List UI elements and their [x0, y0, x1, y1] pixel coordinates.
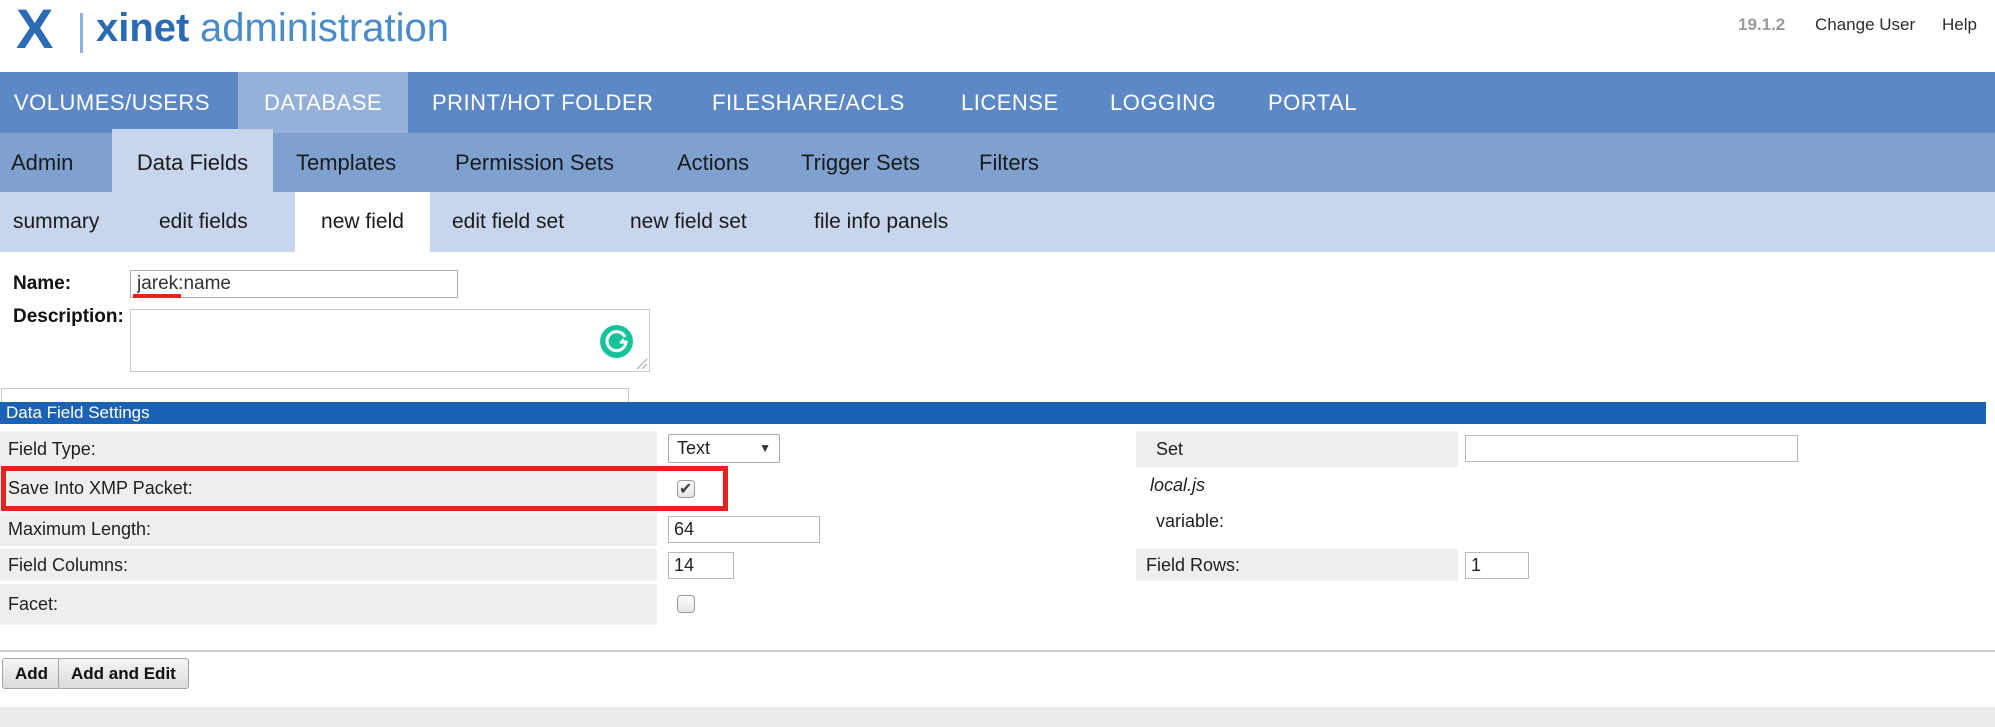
nav-actions[interactable]: Actions: [677, 133, 749, 192]
field-type-cell: Field Type:: [0, 431, 657, 467]
nav-edit-field-set[interactable]: edit field set: [452, 192, 564, 252]
nav-volumes-users[interactable]: VOLUMES/USERS: [14, 72, 210, 133]
textarea-resize-handle-icon[interactable]: [634, 357, 648, 370]
nav-new-field[interactable]: new field: [295, 192, 430, 252]
primary-nav: VOLUMES/USERS DATABASE PRINT/HOT FOLDER …: [0, 72, 1995, 133]
nav-filters[interactable]: Filters: [979, 133, 1039, 192]
field-columns-label: Field Columns:: [8, 549, 657, 581]
field-type-value: Text: [677, 435, 710, 462]
local-js-cell: Setlocal.jsvariable:: [1136, 431, 1458, 467]
nav-database[interactable]: DATABASE: [238, 72, 408, 133]
field-rows-cell: Field Rows:: [1136, 549, 1458, 581]
name-label: Name:: [13, 273, 71, 295]
nav-admin[interactable]: Admin: [11, 133, 73, 192]
nav-license[interactable]: LICENSE: [961, 72, 1059, 133]
nav-trigger-sets[interactable]: Trigger Sets: [801, 133, 920, 192]
nav-data-fields[interactable]: Data Fields: [112, 133, 273, 192]
brand-suffix: administration: [200, 6, 449, 51]
description-label: Description:: [13, 306, 124, 328]
brand-name: xinet: [96, 6, 189, 51]
nav-summary[interactable]: summary: [13, 192, 99, 252]
spellcheck-underline: [133, 294, 181, 298]
xinet-logo-x-icon: X: [16, 0, 53, 61]
max-length-cell: Maximum Length:: [0, 513, 657, 546]
add-and-edit-button[interactable]: Add and Edit: [58, 658, 189, 689]
local-js-input[interactable]: [1465, 435, 1798, 462]
section-header: Data Field Settings: [0, 402, 1986, 424]
field-columns-cell: Field Columns:: [0, 549, 657, 581]
field-type-label: Field Type:: [8, 431, 657, 467]
grammarly-icon[interactable]: [600, 325, 633, 358]
nav-fileshare-acls[interactable]: FILESHARE/ACLS: [712, 72, 905, 133]
section-title: Data Field Settings: [6, 402, 1986, 424]
save-xmp-cell: Save Into XMP Packet:: [0, 471, 657, 506]
max-length-label: Maximum Length:: [8, 513, 657, 546]
nav-permission-sets[interactable]: Permission Sets: [455, 133, 614, 192]
field-columns-input[interactable]: [668, 552, 734, 579]
facet-cell: Facet:: [0, 584, 657, 625]
version-label: 19.1.2: [1738, 15, 1785, 35]
nav-print-hot-folder[interactable]: PRINT/HOT FOLDER: [432, 72, 654, 133]
add-button[interactable]: Add: [2, 658, 61, 689]
local-js-label: Setlocal.jsvariable:: [1146, 431, 1458, 539]
nav-edit-fields[interactable]: edit fields: [159, 192, 248, 252]
help-link[interactable]: Help: [1942, 15, 1977, 35]
save-xmp-label: Save Into XMP Packet:: [8, 471, 657, 506]
dropdown-arrow-icon: ▼: [759, 435, 771, 462]
field-rows-label: Field Rows:: [1146, 549, 1458, 581]
footer-divider: [0, 650, 1995, 652]
max-length-input[interactable]: [668, 516, 820, 543]
nav-logging[interactable]: LOGGING: [1110, 72, 1216, 133]
facet-label: Facet:: [8, 584, 657, 625]
xinet-admin-page: X xinet administration 19.1.2 Change Use…: [0, 0, 1995, 727]
field-type-select[interactable]: Text ▼: [668, 434, 780, 463]
nav-new-field-set[interactable]: new field set: [630, 192, 747, 252]
tertiary-nav: summary edit fields new field edit field…: [0, 192, 1995, 252]
nav-file-info-panels[interactable]: file info panels: [814, 192, 948, 252]
logo-divider: [80, 13, 83, 53]
nav-templates[interactable]: Templates: [296, 133, 396, 192]
nav-portal[interactable]: PORTAL: [1268, 72, 1357, 133]
change-user-link[interactable]: Change User: [1815, 15, 1915, 35]
secondary-nav: Admin Data Fields Templates Permission S…: [0, 133, 1995, 192]
facet-checkbox[interactable]: ✔: [677, 595, 695, 613]
description-textarea[interactable]: [130, 309, 650, 372]
checkmark-icon: ✔: [679, 479, 692, 499]
footer-band: [0, 707, 1995, 727]
field-rows-input[interactable]: [1465, 552, 1529, 579]
save-xmp-checkbox[interactable]: ✔: [677, 480, 695, 498]
